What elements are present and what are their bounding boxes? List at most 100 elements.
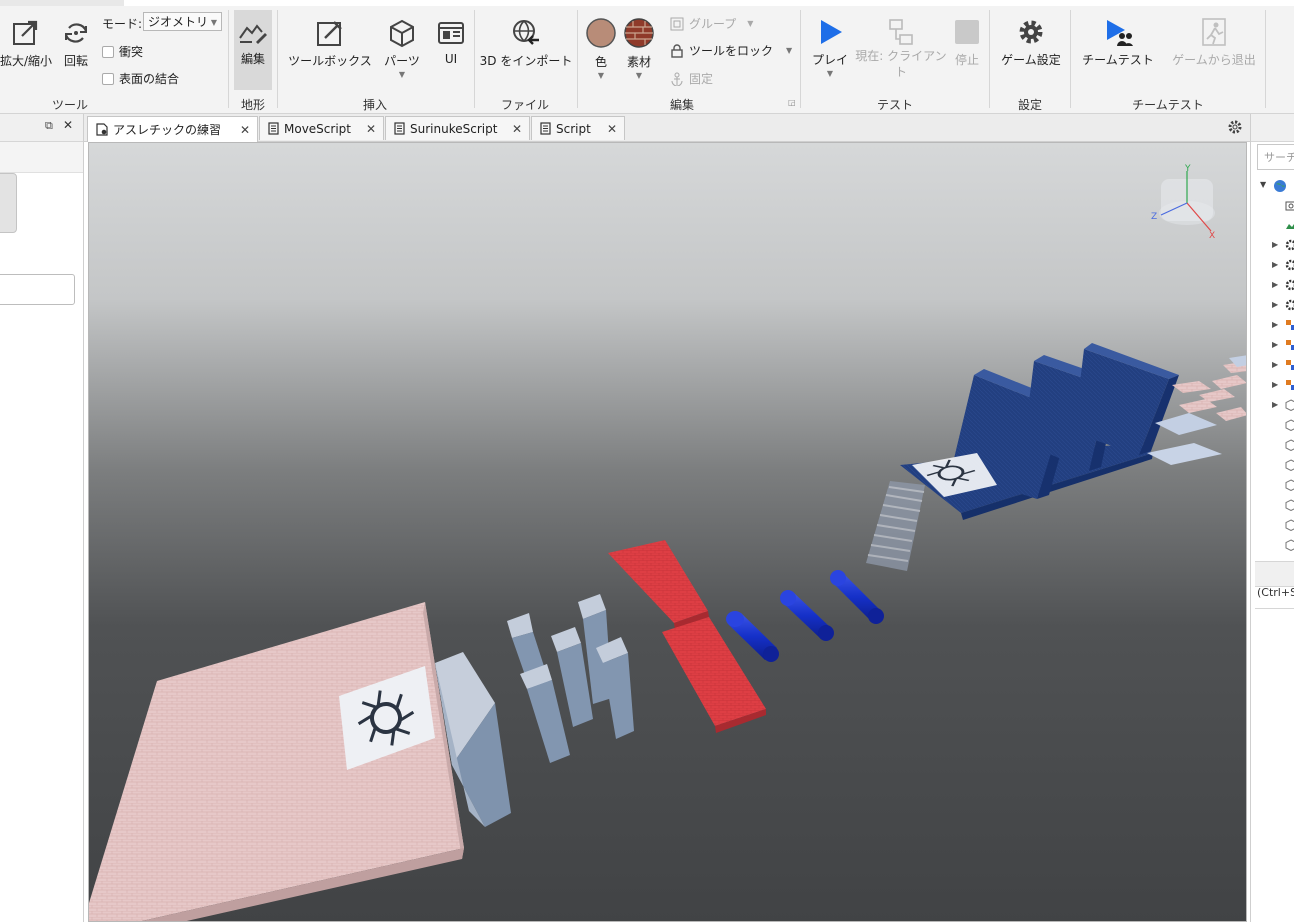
part-cube-icon (1285, 499, 1294, 511)
collide-checkbox[interactable] (102, 45, 114, 58)
explorer-panel: サーチ ▼ ▶ ▶ ▶ ▶ ▶ ▶ ▶ ▶ ▶ (Ctrl+S (1250, 114, 1294, 922)
expand-arrow-icon[interactable]: ▼ (1260, 180, 1266, 189)
join-surfaces-checkbox[interactable] (102, 72, 114, 85)
tab-movescript[interactable]: MoveScript ✕ (259, 116, 384, 140)
3d-viewport[interactable]: Y X Z (88, 142, 1247, 922)
part-cube-icon (1285, 479, 1294, 491)
tab-place[interactable]: アスレチックの練習 ✕ (87, 116, 258, 142)
axis-label-x: X (1209, 231, 1215, 241)
group-label-edit: 編集 (669, 98, 694, 112)
chevron-down-icon: ▼ (635, 71, 643, 80)
gear-icon[interactable] (1227, 119, 1243, 135)
properties-divider (1255, 608, 1294, 609)
model-icon (1286, 380, 1294, 390)
place-document-icon (96, 123, 108, 136)
part-cube-icon (1285, 539, 1294, 551)
game-settings-button[interactable]: ゲーム設定 (998, 17, 1064, 68)
play-button[interactable]: プレイ ▼ (808, 17, 852, 78)
scale-icon (13, 20, 38, 45)
lock-tool-button[interactable]: ツールをロック ▼ (670, 42, 792, 59)
part-cube-icon (390, 19, 414, 48)
left-panel-button[interactable] (0, 173, 17, 233)
properties-filter-hint: (Ctrl+S (1257, 586, 1294, 599)
explorer-tree: ▼ ▶ ▶ ▶ ▶ ▶ ▶ ▶ ▶ ▶ (1251, 174, 1294, 554)
gear-icon (1285, 299, 1294, 311)
chevron-down-icon: ▼ (597, 71, 605, 80)
explorer-header (1251, 114, 1294, 142)
tab-surinukescript[interactable]: SurinukeScript ✕ (385, 116, 530, 140)
left-panel-header: ⧉ ✕ (0, 114, 83, 142)
tab-close-icon[interactable]: ✕ (366, 117, 376, 141)
script-icon (268, 122, 279, 135)
model-icon (1286, 360, 1294, 370)
toolbox-button[interactable]: ツールボックス (286, 18, 374, 69)
anchor-icon (671, 72, 683, 86)
exit-game-icon (1202, 18, 1226, 46)
tab-close-icon[interactable]: ✕ (512, 117, 522, 141)
scale-button[interactable]: 拡大/縮小 (0, 18, 52, 69)
parts-button[interactable]: パーツ ▼ (383, 18, 421, 79)
stop-button[interactable]: 停止 (950, 17, 984, 68)
tab-close-icon[interactable]: ✕ (607, 117, 617, 141)
gear-icon (1285, 239, 1294, 251)
team-test-button[interactable]: チームテスト (1078, 17, 1158, 68)
tab-close-icon[interactable]: ✕ (240, 118, 250, 142)
import-3d-button[interactable]: 3D をインポート (479, 18, 573, 69)
ui-window-icon (438, 22, 464, 44)
properties-header (1255, 561, 1294, 587)
terrain-edit-button[interactable]: 編集 (234, 10, 272, 90)
current-client-button[interactable]: 現在: クライアント (853, 17, 949, 80)
collide-toggle[interactable]: 衝突 (102, 43, 143, 60)
axis-label-z: Z (1151, 212, 1157, 222)
part-cube-icon (1285, 439, 1294, 451)
chevron-down-icon: ▼ (398, 70, 406, 79)
left-panel-input[interactable] (0, 274, 75, 305)
toolbox-icon (317, 21, 342, 46)
material-button[interactable]: 素材 ▼ (620, 17, 658, 80)
play-icon (821, 20, 842, 44)
anchor-button[interactable]: 固定 (670, 70, 713, 87)
script-icon (540, 122, 551, 135)
document-tab-bar: アスレチックの練習 ✕ MoveScript ✕ SurinukeScript ✕ S… (84, 114, 1250, 142)
chevron-down-icon: ▼ (210, 18, 217, 27)
viewport-scene: Y X Z (89, 143, 1246, 921)
material-brick-icon (624, 18, 654, 48)
color-swatch-icon (586, 18, 616, 48)
team-test-icon (1107, 20, 1133, 46)
axis-label-y: Y (1184, 164, 1191, 174)
rotate-button[interactable]: 回転 (58, 18, 94, 69)
mode-dropdown[interactable]: ジオメトリ ▼ (143, 12, 222, 31)
group-label-settings: 設定 (1017, 98, 1042, 112)
mode-label: モード: (102, 17, 143, 31)
group-label-tools: ツール (51, 98, 88, 112)
group-label-team-test: チームテスト (1132, 98, 1204, 112)
edit-group-expand-icon[interactable]: ◲ (788, 98, 796, 107)
model-icon (1286, 340, 1294, 350)
rotate-icon (64, 23, 88, 43)
script-icon (394, 122, 405, 135)
exit-game-button[interactable]: ゲームから退出 (1166, 17, 1262, 68)
camera-icon (1285, 201, 1294, 211)
color-button[interactable]: 色 ▼ (584, 17, 618, 80)
gear-icon (1285, 259, 1294, 271)
model-icon (1286, 320, 1294, 330)
client-server-icon (889, 19, 913, 45)
terrain-icon (1286, 224, 1294, 229)
group-label-insert: 挿入 (362, 98, 387, 112)
close-icon[interactable]: ✕ (63, 118, 73, 132)
tab-script[interactable]: Script ✕ (531, 116, 625, 140)
part-cube-icon (1285, 519, 1294, 531)
group-icon (670, 17, 684, 30)
undock-icon[interactable]: ⧉ (45, 119, 53, 133)
explorer-search-input[interactable]: サーチ (1257, 144, 1294, 170)
terrain-edit-icon (239, 24, 267, 44)
gear-icon (1285, 279, 1294, 291)
left-panel-subheader (0, 142, 83, 173)
left-dock-panel: ⧉ ✕ (0, 114, 84, 922)
group-label-test: テスト (876, 98, 913, 112)
workspace-globe-icon (1274, 180, 1286, 192)
part-cube-icon (1285, 459, 1294, 471)
join-surfaces-toggle[interactable]: 表面の結合 (102, 70, 179, 87)
ui-button[interactable]: UI (435, 18, 467, 66)
group-button[interactable]: グループ ▼ (670, 15, 753, 32)
